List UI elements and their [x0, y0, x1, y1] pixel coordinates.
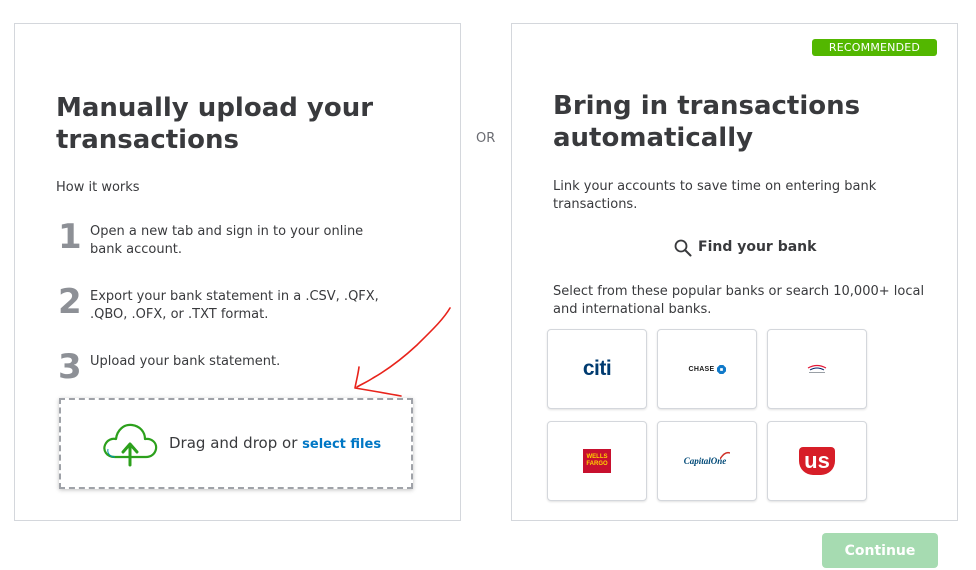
us-bank-logo-text: us: [799, 447, 835, 475]
bank-tile-us-bank[interactable]: us: [767, 421, 867, 501]
how-it-works-label: How it works: [56, 180, 140, 195]
recommended-badge: RECOMMENDED: [812, 39, 937, 56]
select-files-link[interactable]: select files: [302, 437, 381, 452]
wells-fargo-logo-text: WELLS FARGO: [583, 449, 611, 473]
bank-tile-bank-of-america[interactable]: [767, 329, 867, 409]
file-drop-zone[interactable]: Drag and drop or select files: [59, 398, 413, 489]
bank-of-america-logo: [768, 330, 866, 408]
step-number: 1: [58, 217, 82, 257]
automatic-description: Link your accounts to save time on enter…: [553, 179, 877, 212]
manual-upload-title: Manually upload your transactions: [56, 93, 374, 155]
manual-upload-card: Manually upload your transactions How it…: [14, 23, 461, 521]
bank-of-america-flag-icon: [807, 364, 827, 373]
bank-tile-capital-one[interactable]: CapitalOne: [657, 421, 757, 501]
citi-logo: citi: [548, 330, 646, 408]
search-icon: [674, 239, 692, 257]
us-bank-logo: us: [768, 422, 866, 500]
capital-one-swoosh-icon: [720, 451, 731, 460]
drag-drop-label: Drag and drop or: [169, 434, 298, 452]
automatic-import-card: RECOMMENDED Bring in transactions automa…: [511, 23, 958, 521]
step-3: 3 Upload your bank statement.: [56, 347, 386, 393]
chase-logo-text: CHASE: [688, 365, 715, 373]
bank-tile-citi[interactable]: citi: [547, 329, 647, 409]
step-text: Export your bank statement in a .CSV, .Q…: [90, 289, 379, 322]
capital-one-logo: CapitalOne: [658, 422, 756, 500]
step-number: 3: [58, 347, 82, 387]
step-text: Upload your bank statement.: [90, 354, 281, 369]
chase-octagon-icon: [716, 364, 726, 374]
step-2: 2 Export your bank statement in a .CSV, …: [56, 282, 386, 328]
automatic-title: Bring in transactions automatically: [553, 91, 861, 153]
bank-tile-chase[interactable]: CHASE: [657, 329, 757, 409]
continue-button[interactable]: Continue: [822, 533, 938, 568]
or-divider-label: OR: [476, 131, 496, 146]
wells-fargo-logo: WELLS FARGO: [548, 422, 646, 500]
step-1: 1 Open a new tab and sign in to your onl…: [56, 217, 386, 263]
chase-logo: CHASE: [658, 330, 756, 408]
step-number: 2: [58, 282, 82, 322]
popular-banks-text: Select from these popular banks or searc…: [553, 284, 925, 317]
drop-zone-text: Drag and drop or select files: [169, 434, 381, 452]
bank-tile-wells-fargo[interactable]: WELLS FARGO: [547, 421, 647, 501]
cloud-upload-icon: [103, 423, 158, 467]
citi-logo-text: citi: [582, 357, 612, 380]
step-text: Open a new tab and sign in to your onlin…: [90, 224, 364, 257]
find-your-bank-label: Find your bank: [698, 239, 817, 255]
